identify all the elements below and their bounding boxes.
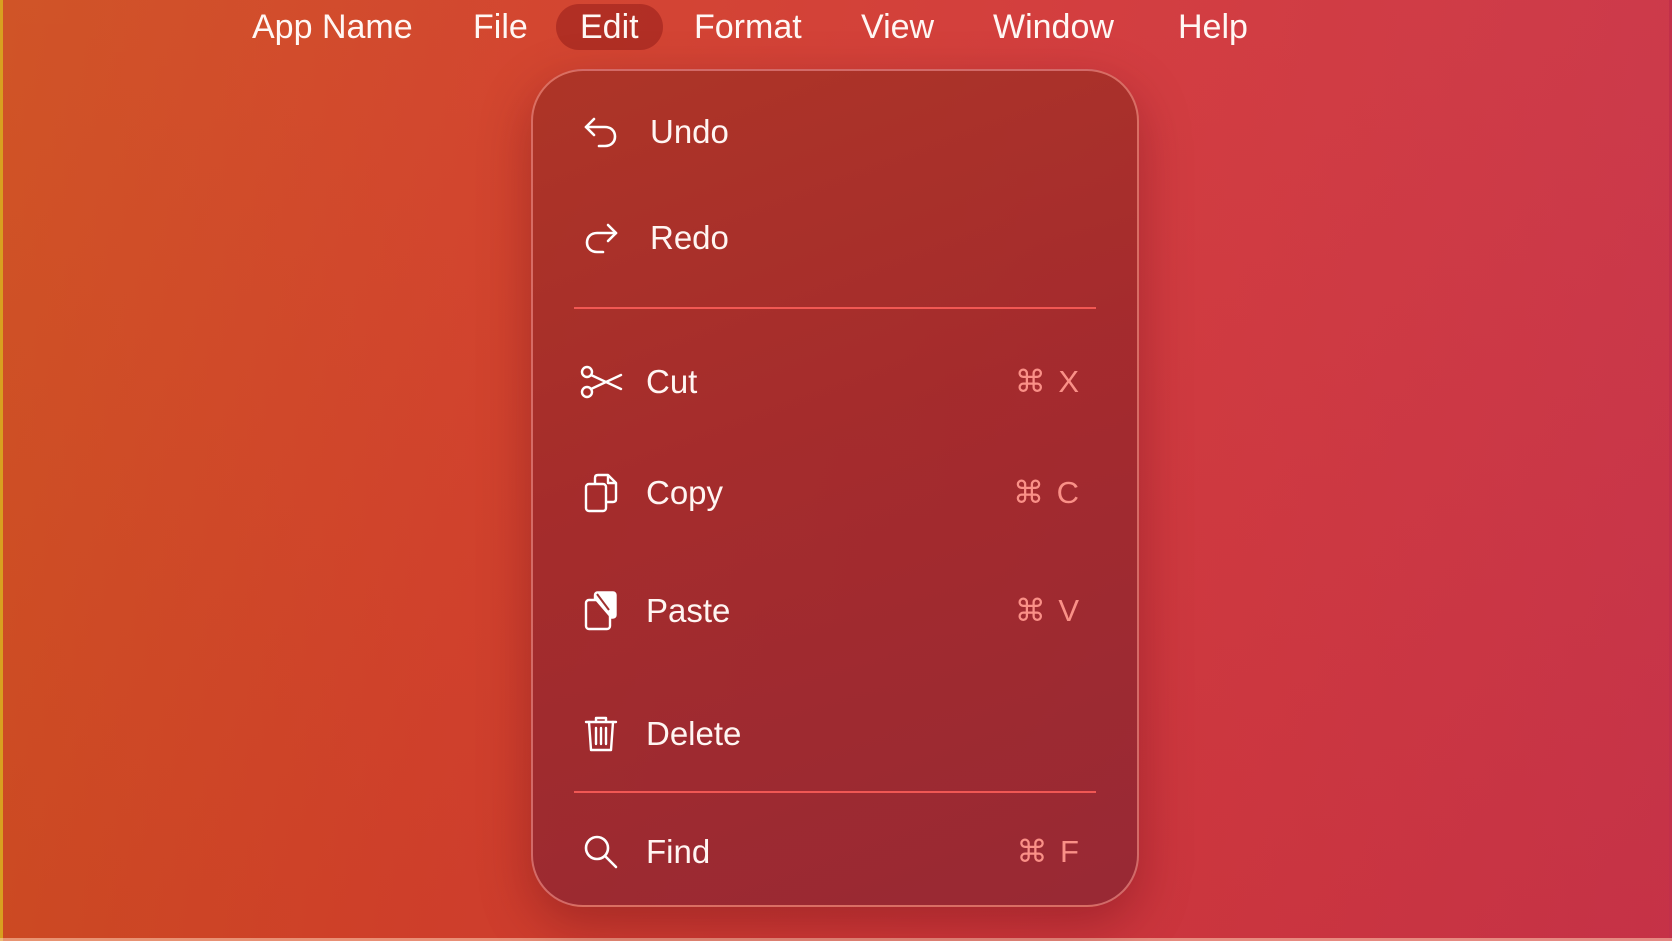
menu-item-label: Copy [646, 474, 724, 511]
menubar-view[interactable]: View [837, 4, 958, 50]
menubar-edit[interactable]: Edit [556, 4, 663, 50]
menu-item-delete[interactable]: Delete [533, 704, 1137, 764]
shortcut-label: ⌘ C [1013, 475, 1081, 510]
shortcut-label: ⌘ X [1014, 364, 1081, 399]
menubar-file[interactable]: File [449, 4, 552, 50]
menubar-window[interactable]: Window [969, 4, 1138, 50]
undo-icon [579, 110, 623, 154]
menu-item-redo[interactable]: Redo [533, 208, 1137, 268]
redo-icon [579, 216, 623, 260]
edit-menu-dropdown: Undo Redo Cut ⌘ X Copy ⌘ C Paste ⌘ V Del… [531, 69, 1139, 907]
menu-separator [574, 791, 1096, 793]
menu-item-label: Paste [646, 592, 731, 629]
shortcut-label: ⌘ V [1014, 593, 1081, 628]
copy-icon [579, 471, 623, 515]
menu-item-label: Undo [650, 113, 729, 150]
left-edge-strip [0, 0, 3, 941]
paste-icon [579, 589, 623, 633]
menu-item-cut[interactable]: Cut ⌘ X [533, 352, 1137, 412]
menu-item-find[interactable]: Find ⌘ F [533, 822, 1137, 882]
menubar-format[interactable]: Format [670, 4, 826, 50]
menu-item-label: Delete [646, 715, 742, 752]
menu-item-copy[interactable]: Copy ⌘ C [533, 463, 1137, 523]
menubar-app-name[interactable]: App Name [228, 4, 437, 50]
menubar-help[interactable]: Help [1154, 4, 1272, 50]
menu-separator [574, 307, 1096, 309]
menu-item-label: Redo [650, 219, 729, 256]
menu-item-label: Find [646, 833, 711, 870]
trash-icon [579, 712, 623, 756]
scissors-icon [579, 360, 623, 404]
menu-item-paste[interactable]: Paste ⌘ V [533, 581, 1137, 641]
search-icon [579, 830, 623, 874]
menu-item-label: Cut [646, 363, 698, 400]
menu-bar: App Name File Edit Format View Window He… [0, 4, 1672, 50]
shortcut-label: ⌘ F [1016, 834, 1081, 869]
menu-item-undo[interactable]: Undo [533, 102, 1137, 162]
